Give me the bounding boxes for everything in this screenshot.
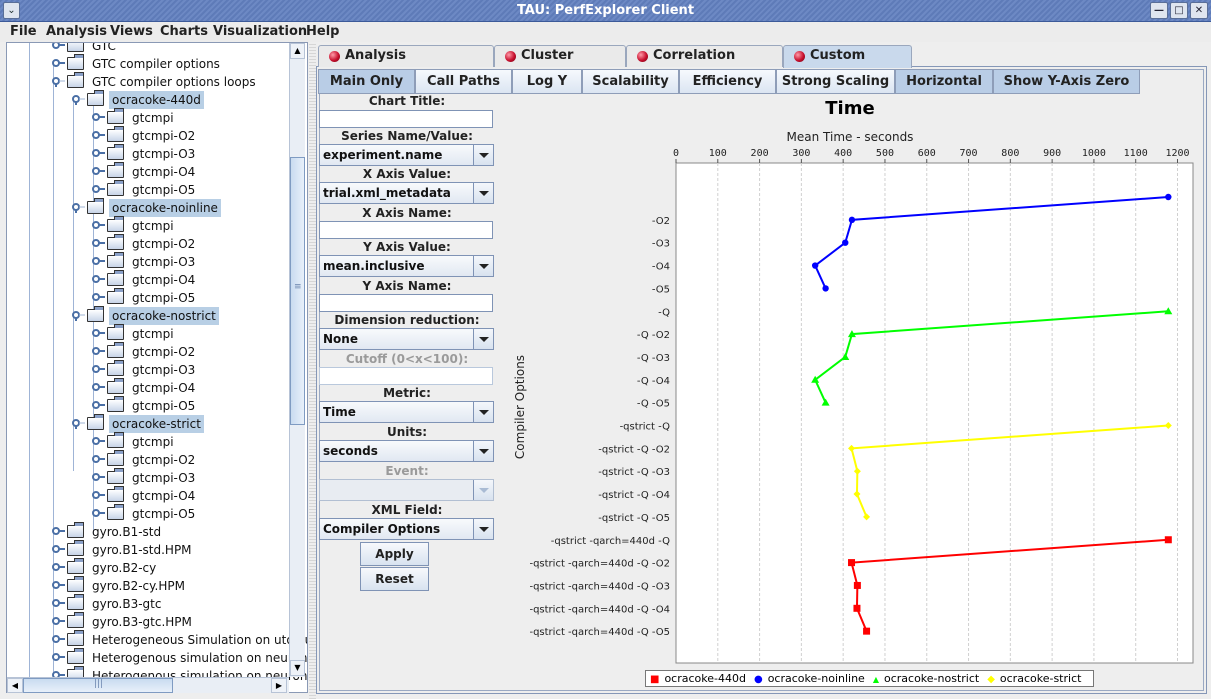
data-point-ocracoke-noinline: [822, 285, 829, 292]
triangle-marker-icon: ▲: [872, 675, 879, 684]
x-tick-label: 900: [1043, 148, 1061, 159]
y-category-label: -O3: [652, 239, 670, 250]
x-tick-label: 200: [751, 148, 769, 159]
y-category-label: -O4: [652, 262, 670, 273]
y-category-label: -Q -O2: [637, 330, 670, 341]
plot-area: [675, 162, 1194, 664]
legend-item: ■ ocracoke-440d: [650, 671, 746, 687]
y-category-label: -qstrict -qarch=440d -Q: [551, 536, 670, 547]
x-tick-label: 600: [918, 148, 936, 159]
data-point-ocracoke-440d: [1164, 536, 1172, 544]
legend-item: ◆ ocracoke-strict: [987, 671, 1081, 687]
y-category-label: -qstrict -qarch=440d -Q -O5: [529, 627, 670, 638]
y-category-label: -Q -O5: [637, 399, 670, 410]
x-tick-label: 300: [792, 148, 810, 159]
y-category-label: -qstrict -qarch=440d -Q -O4: [529, 604, 670, 615]
chart-plot: 0 100 200 300 400 500 600 700 800 900 1000 1100 1200…: [529, 148, 1194, 664]
legend-label: ocracoke-strict: [999, 672, 1082, 685]
y-category-label: -qstrict -qarch=440d -Q -O2: [529, 559, 670, 570]
data-point-ocracoke-noinline: [848, 216, 856, 224]
data-point-ocracoke-noinline: [842, 239, 849, 246]
legend-item: ● ocracoke-noinline: [754, 671, 865, 687]
y-category-label: -O2: [652, 216, 670, 227]
y-category-label: -qstrict -Q -O5: [598, 513, 670, 524]
legend-item: ▲ ocracoke-nostrict: [873, 671, 979, 687]
square-marker-icon: ■: [650, 674, 660, 685]
x-tick-label: 100: [709, 148, 727, 159]
y-category-label: -qstrict -Q -O2: [598, 444, 670, 455]
data-point-ocracoke-440d: [863, 627, 871, 635]
diamond-marker-icon: ◆: [987, 674, 995, 685]
chart-legend: ■ ocracoke-440d ● ocracoke-noinline ▲ ocracok…: [645, 670, 1095, 687]
legend-label: ocracoke-nostrict: [883, 672, 980, 685]
x-tick-label: 0: [673, 148, 679, 159]
y-category-label: -Q -O3: [637, 353, 670, 364]
x-tick-label: 1100: [1124, 148, 1148, 159]
x-tick-label: 400: [834, 148, 852, 159]
y-category-label: -O5: [652, 284, 670, 295]
data-point-ocracoke-440d: [848, 559, 856, 567]
data-point-ocracoke-440d: [853, 581, 861, 589]
x-tick-label: 1200: [1165, 148, 1189, 159]
x-tick-label: 800: [1001, 148, 1019, 159]
data-point-ocracoke-440d: [853, 604, 861, 612]
x-tick-label: 500: [876, 148, 894, 159]
y-category-label: -qstrict -Q -O3: [598, 467, 670, 478]
y-category-label: -qstrict -Q -O4: [598, 490, 670, 501]
legend-label: ocracoke-440d: [664, 672, 746, 685]
data-point-ocracoke-noinline: [1165, 193, 1172, 201]
y-category-label: -qstrict -Q: [620, 422, 671, 433]
y-category-label: -Q: [658, 307, 670, 318]
x-tick-label: 700: [960, 148, 978, 159]
legend-label: ocracoke-noinline: [767, 672, 865, 685]
y-category-label: -qstrict -qarch=440d -Q -O3: [529, 581, 670, 592]
x-tick-label: 1000: [1082, 148, 1106, 159]
y-category-label: -Q -O4: [637, 376, 670, 387]
circle-marker-icon: ●: [753, 674, 763, 685]
data-point-ocracoke-noinline: [811, 262, 819, 269]
